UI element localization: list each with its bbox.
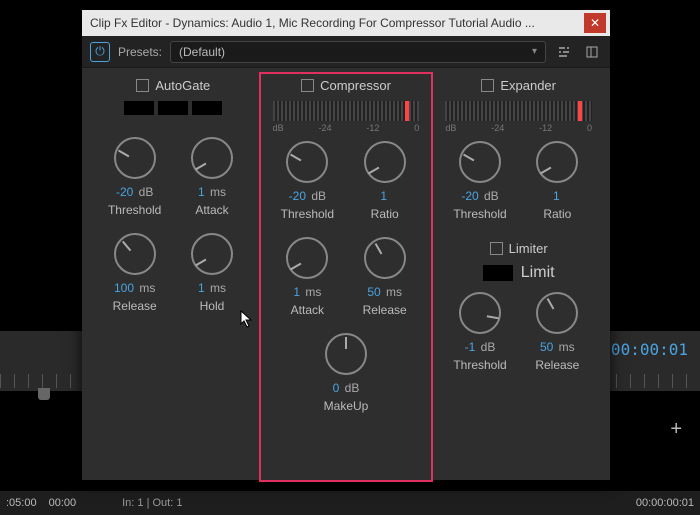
- knob-dial[interactable]: [191, 233, 233, 275]
- knob-dial[interactable]: [325, 333, 367, 375]
- knob-value[interactable]: 50 ms: [540, 340, 575, 354]
- sections: AutoGate -20 dB Threshold 1 ms Attack 100 ms…: [82, 68, 610, 480]
- knob-dial[interactable]: [364, 141, 406, 183]
- expander-ticks: dB-24-120: [445, 123, 592, 133]
- expander-meter: [445, 101, 592, 121]
- knob-value[interactable]: -20 dB: [461, 189, 498, 203]
- knob-label: Release: [363, 303, 407, 317]
- popout-icon[interactable]: [582, 42, 602, 62]
- autogate-title: AutoGate: [155, 78, 210, 93]
- window-title: Clip Fx Editor - Dynamics: Audio 1, Mic …: [90, 16, 584, 30]
- knob-value[interactable]: 50 ms: [367, 285, 402, 299]
- knob-release: 50 ms Release: [519, 292, 596, 372]
- knob-release: 100 ms Release: [96, 233, 173, 313]
- tc-left-2: 00:00: [43, 497, 83, 509]
- knob-label: Threshold: [453, 358, 506, 372]
- chevron-down-icon: ▾: [532, 46, 537, 57]
- knob-dial[interactable]: [286, 237, 328, 279]
- titlebar[interactable]: Clip Fx Editor - Dynamics: Audio 1, Mic …: [82, 10, 610, 36]
- knob-dial[interactable]: [459, 141, 501, 183]
- limit-label: Limit: [521, 264, 555, 282]
- tc-left-1: :05:00: [0, 497, 43, 509]
- compressor-knobs: -20 dB Threshold 1 Ratio 1 ms Attack 50 ms Rele…: [269, 141, 424, 429]
- expander-checkbox[interactable]: [481, 79, 494, 92]
- autogate-vu: [100, 101, 247, 115]
- knob-release: 50 ms Release: [346, 237, 423, 317]
- knob-threshold: -20 dB Threshold: [441, 141, 518, 221]
- sliders-icon[interactable]: [554, 42, 574, 62]
- close-button[interactable]: ✕: [584, 13, 606, 33]
- knob-label: Attack: [291, 303, 324, 317]
- knob-value[interactable]: 1 ms: [198, 185, 226, 199]
- knob-ratio: 1 Ratio: [519, 141, 596, 221]
- knob-label: Release: [535, 358, 579, 372]
- knob-value[interactable]: 1: [553, 189, 562, 203]
- knob-label: Hold: [200, 299, 225, 313]
- knob-hold: 1 ms Hold: [173, 233, 250, 313]
- section-expander: Expander dB-24-120 -20 dB Threshold 1 Ratio…: [433, 74, 604, 480]
- knob-value[interactable]: 1 ms: [293, 285, 321, 299]
- knob-label: Threshold: [453, 207, 506, 221]
- knob-label: Release: [113, 299, 157, 313]
- knob-label: Ratio: [371, 207, 399, 221]
- presets-dropdown[interactable]: (Default) ▾: [170, 41, 546, 63]
- presets-label: Presets:: [118, 45, 162, 59]
- tc-right: 00:00:00:01: [630, 497, 700, 509]
- knob-value[interactable]: -20 dB: [289, 189, 326, 203]
- compressor-title: Compressor: [320, 78, 391, 93]
- knob-value[interactable]: 0 dB: [333, 381, 360, 395]
- preset-value: (Default): [179, 45, 225, 59]
- knob-value[interactable]: 1: [380, 189, 389, 203]
- fx-editor-panel: Clip Fx Editor - Dynamics: Audio 1, Mic …: [82, 10, 610, 480]
- knob-ratio: 1 Ratio: [346, 141, 423, 221]
- knob-label: Threshold: [108, 203, 161, 217]
- knob-dial[interactable]: [191, 137, 233, 179]
- section-autogate: AutoGate -20 dB Threshold 1 ms Attack 100 ms…: [88, 74, 259, 480]
- bottom-bar: :05:00 00:00 In: 1 | Out: 1 00:00:00:01: [0, 491, 700, 515]
- knob-value[interactable]: 100 ms: [114, 281, 155, 295]
- expander-title: Expander: [500, 78, 556, 93]
- knob-dial[interactable]: [459, 292, 501, 334]
- limiter-checkbox[interactable]: [490, 242, 503, 255]
- knob-attack: 1 ms Attack: [173, 137, 250, 217]
- knob-threshold: -1 dB Threshold: [441, 292, 518, 372]
- knob-dial[interactable]: [536, 292, 578, 334]
- presets-row: ⏻ Presets: (Default) ▾: [82, 36, 610, 68]
- compressor-meter: [273, 101, 420, 121]
- limiter-indicator: [483, 265, 513, 281]
- knob-value[interactable]: -20 dB: [116, 185, 153, 199]
- knob-dial[interactable]: [114, 233, 156, 275]
- knob-value[interactable]: 1 ms: [198, 281, 226, 295]
- knob-label: Threshold: [281, 207, 334, 221]
- autogate-knobs: -20 dB Threshold 1 ms Attack 100 ms Release 1 …: [96, 137, 251, 329]
- in-out-label: In: 1 | Out: 1: [122, 497, 182, 509]
- compressor-checkbox[interactable]: [301, 79, 314, 92]
- knob-dial[interactable]: [364, 237, 406, 279]
- marker-icon: [38, 388, 50, 400]
- limiter-limit-block: Limit: [441, 264, 596, 282]
- knob-label: Attack: [195, 203, 228, 217]
- knob-attack: 1 ms Attack: [269, 237, 346, 317]
- limiter-title: Limiter: [509, 241, 548, 256]
- knob-label: Ratio: [543, 207, 571, 221]
- knob-threshold: -20 dB Threshold: [96, 137, 173, 217]
- power-button[interactable]: ⏻: [90, 42, 110, 62]
- knob-dial[interactable]: [114, 137, 156, 179]
- plus-icon[interactable]: +: [670, 418, 682, 441]
- knob-threshold: -20 dB Threshold: [269, 141, 346, 221]
- autogate-checkbox[interactable]: [136, 79, 149, 92]
- knob-label: MakeUp: [324, 399, 369, 413]
- compressor-ticks: dB-24-120: [273, 123, 420, 133]
- knob-dial[interactable]: [286, 141, 328, 183]
- knob-dial[interactable]: [536, 141, 578, 183]
- limiter-knobs: -1 dB Threshold 50 ms Release: [441, 292, 596, 388]
- section-compressor: Compressor dB-24-120 -20 dB Threshold 1 Rat…: [259, 72, 434, 482]
- knob-value[interactable]: -1 dB: [465, 340, 496, 354]
- knob-makeup: 0 dB MakeUp: [269, 333, 424, 413]
- expander-knobs: -20 dB Threshold 1 Ratio: [441, 141, 596, 237]
